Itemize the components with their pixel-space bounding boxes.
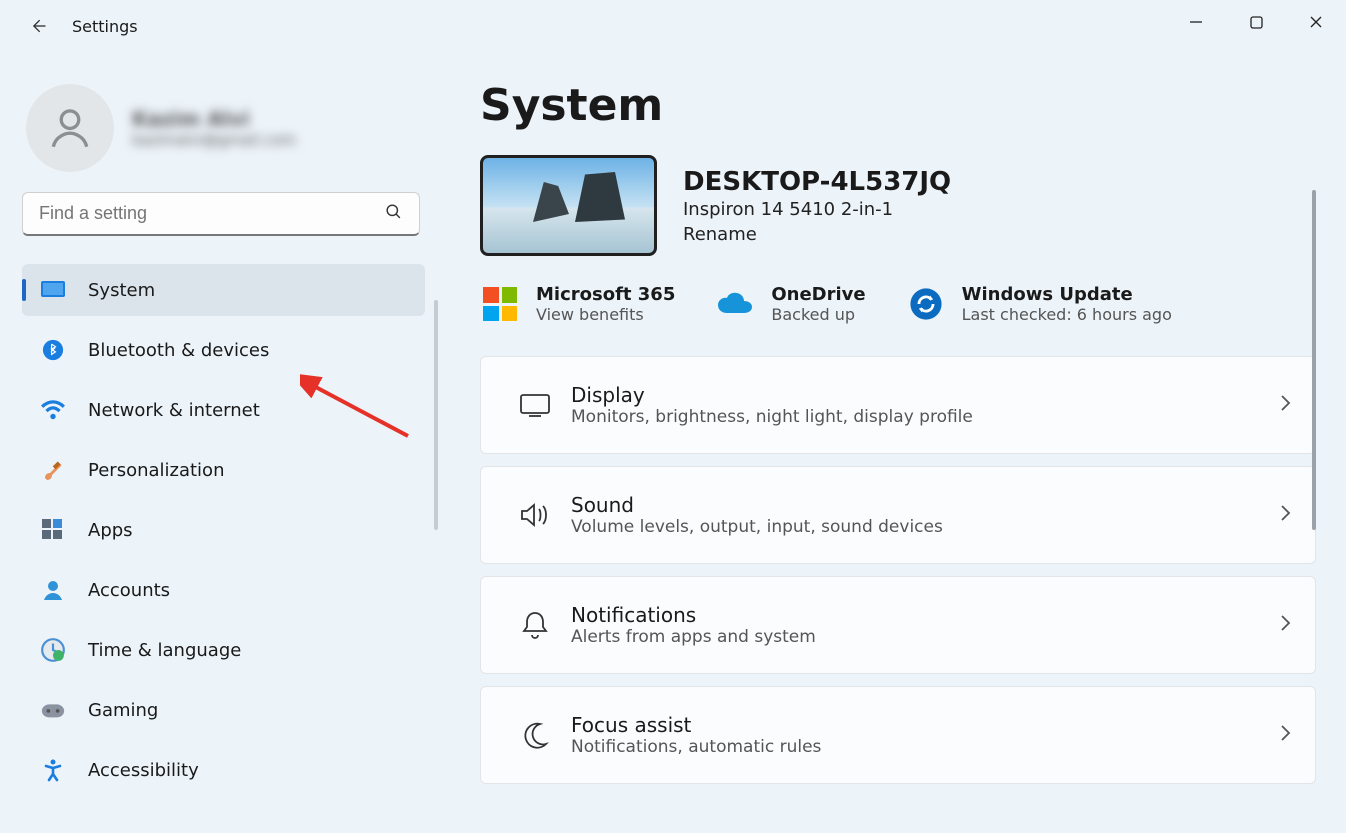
nav-label: Personalization: [88, 460, 224, 481]
minimize-button[interactable]: [1166, 0, 1226, 44]
chevron-right-icon: [1279, 503, 1291, 528]
user-profile[interactable]: Kazim Alvi kazimalvi@gmail.com: [22, 80, 425, 192]
chevron-right-icon: [1279, 723, 1291, 748]
card-title: Focus assist: [571, 713, 1279, 737]
nav-bluetooth[interactable]: Bluetooth & devices: [22, 324, 425, 376]
card-sub: Monitors, brightness, night light, displ…: [571, 407, 1279, 427]
device-name: DESKTOP-4L537JQ: [683, 167, 951, 197]
page-heading: System: [480, 80, 1316, 131]
tile-microsoft365[interactable]: Microsoft 365 View benefits: [480, 284, 675, 324]
rename-link[interactable]: Rename: [683, 224, 951, 245]
main-content: System DESKTOP-4L537JQ Inspiron 14 5410 …: [480, 80, 1316, 833]
nav-gaming[interactable]: Gaming: [22, 684, 425, 736]
nav-label: Apps: [88, 520, 133, 541]
nav-label: System: [88, 280, 155, 301]
apps-icon: [40, 517, 66, 543]
card-title: Sound: [571, 493, 1279, 517]
cloud-icon: [715, 284, 755, 324]
tile-title: Microsoft 365: [536, 284, 675, 305]
device-summary: DESKTOP-4L537JQ Inspiron 14 5410 2-in-1 …: [480, 155, 1316, 256]
card-sub: Notifications, automatic rules: [571, 737, 1279, 757]
nav-label: Accounts: [88, 580, 170, 601]
card-title: Notifications: [571, 603, 1279, 627]
card-sound[interactable]: Sound Volume levels, output, input, soun…: [480, 466, 1316, 564]
tile-sub: Last checked: 6 hours ago: [962, 305, 1172, 324]
clock-globe-icon: [40, 637, 66, 663]
titlebar: Settings: [0, 0, 1346, 52]
app-title: Settings: [72, 17, 138, 36]
nav-label: Gaming: [88, 700, 158, 721]
chevron-right-icon: [1279, 393, 1291, 418]
accessibility-icon: [40, 757, 66, 783]
window-controls: [1166, 0, 1346, 44]
card-sub: Alerts from apps and system: [571, 627, 1279, 647]
nav-accessibility[interactable]: Accessibility: [22, 744, 425, 796]
tile-sub: View benefits: [536, 305, 675, 324]
nav-system[interactable]: System: [22, 264, 425, 316]
nav-label: Time & language: [88, 640, 241, 661]
tile-sub: Backed up: [771, 305, 865, 324]
search-icon: [384, 202, 403, 226]
gamepad-icon: [40, 697, 66, 723]
nav-list: System Bluetooth & devices Network & int…: [22, 264, 425, 796]
maximize-button[interactable]: [1226, 0, 1286, 44]
status-tiles: Microsoft 365 View benefits OneDrive Bac…: [480, 284, 1316, 324]
device-model: Inspiron 14 5410 2-in-1: [683, 199, 951, 220]
wallpaper-thumbnail[interactable]: [480, 155, 657, 256]
nav-accounts[interactable]: Accounts: [22, 564, 425, 616]
card-focus-assist[interactable]: Focus assist Notifications, automatic ru…: [480, 686, 1316, 784]
card-title: Display: [571, 383, 1279, 407]
nav-label: Network & internet: [88, 400, 260, 421]
avatar: [26, 84, 114, 172]
content-scrollbar[interactable]: [1312, 190, 1316, 530]
wifi-icon: [40, 397, 66, 423]
nav-label: Accessibility: [88, 760, 199, 781]
person-icon: [40, 577, 66, 603]
card-notifications[interactable]: Notifications Alerts from apps and syste…: [480, 576, 1316, 674]
chevron-right-icon: [1279, 613, 1291, 638]
search-input[interactable]: [39, 203, 384, 224]
tile-windows-update[interactable]: Windows Update Last checked: 6 hours ago: [906, 284, 1172, 324]
microsoft-logo-icon: [480, 284, 520, 324]
nav-time-language[interactable]: Time & language: [22, 624, 425, 676]
brush-icon: [40, 457, 66, 483]
sidebar-scrollbar[interactable]: [434, 300, 438, 530]
nav-label: Bluetooth & devices: [88, 340, 269, 361]
nav-personalization[interactable]: Personalization: [22, 444, 425, 496]
bluetooth-icon: [40, 337, 66, 363]
search-box[interactable]: [22, 192, 420, 236]
display-icon: [40, 277, 66, 303]
close-button[interactable]: [1286, 0, 1346, 44]
speaker-icon: [505, 501, 565, 529]
back-button[interactable]: [20, 8, 56, 44]
tile-title: OneDrive: [771, 284, 865, 305]
tile-title: Windows Update: [962, 284, 1172, 305]
sync-icon: [906, 284, 946, 324]
sidebar: Kazim Alvi kazimalvi@gmail.com System Bl…: [0, 60, 445, 804]
nav-network[interactable]: Network & internet: [22, 384, 425, 436]
user-name: Kazim Alvi: [132, 107, 296, 131]
user-email: kazimalvi@gmail.com: [132, 131, 296, 149]
tile-onedrive[interactable]: OneDrive Backed up: [715, 284, 865, 324]
card-sub: Volume levels, output, input, sound devi…: [571, 517, 1279, 537]
bell-icon: [505, 610, 565, 640]
monitor-icon: [505, 392, 565, 418]
nav-apps[interactable]: Apps: [22, 504, 425, 556]
card-display[interactable]: Display Monitors, brightness, night ligh…: [480, 356, 1316, 454]
moon-icon: [505, 720, 565, 750]
